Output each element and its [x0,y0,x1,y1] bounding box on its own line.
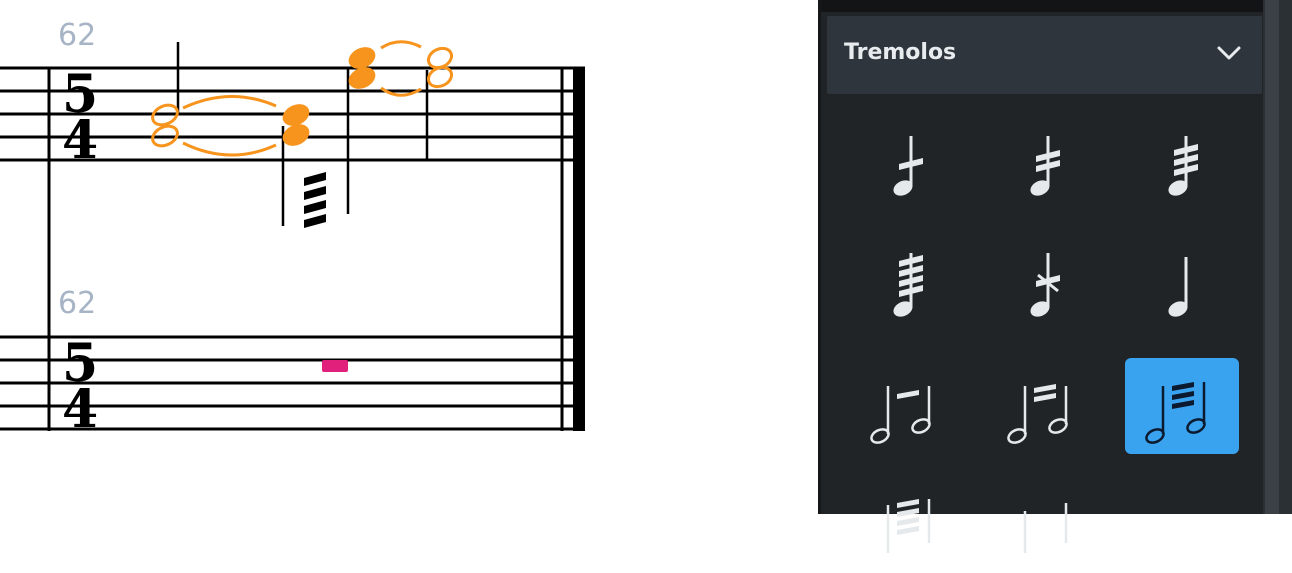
tremolo-4-strokes-icon [893,253,923,317]
section-title: Tremolos [844,40,957,65]
final-barline [560,67,585,431]
tremolo-1-stroke-button[interactable] [850,120,964,216]
buzz-roll-icon [1030,253,1060,317]
tremolo-2-strokes-button[interactable] [987,120,1101,216]
time-signature-denominator-lower: 4 [62,379,98,440]
score-view[interactable]: 62 62 5 4 5 4 [0,0,820,514]
buzz-roll-button[interactable] [987,239,1101,335]
tie-1[interactable] [182,95,277,157]
notations-panel: Tremolos [818,0,1266,553]
time-signature-denominator-upper: 4 [62,110,98,171]
remove-multi-note-tremolo-icon [1023,503,1068,553]
tremolo-strokes[interactable] [304,172,326,228]
whole-bar-rest[interactable] [322,360,348,372]
bar-number-lower: 62 [58,286,96,321]
tremolo-2-strokes-icon [1030,136,1060,196]
remove-tremolo-icon [1168,257,1188,317]
multi-note-tremolo-1-stroke-button[interactable] [850,358,964,454]
multi-note-tremolo-4-strokes-button[interactable] [850,477,964,573]
remove-multi-note-tremolo-button[interactable] [987,477,1101,573]
bar-number-upper: 62 [58,18,96,53]
tremolo-3-strokes-button[interactable] [1125,120,1239,216]
multi-note-tremolo-1-stroke-icon [870,386,931,444]
remove-tremolo-button[interactable] [1125,239,1239,335]
note-chord-4[interactable] [425,45,454,160]
multi-note-tremolo-2-strokes-button[interactable] [987,358,1101,454]
tremolo-3-strokes-icon [1168,136,1198,196]
right-scrollbar-thumb[interactable] [1265,0,1279,514]
multi-note-tremolo-4-strokes-icon [886,499,931,553]
chevron-down-icon[interactable] [1216,45,1242,61]
tremolo-1-stroke-icon [893,136,923,196]
note-chord-1[interactable] [149,42,180,150]
panel-top-bar [821,0,1263,12]
multi-note-tremolo-3-strokes-icon [1145,382,1206,444]
multi-note-tremolo-2-strokes-icon [1007,384,1068,444]
multi-note-tremolo-3-strokes-button[interactable] [1125,358,1239,454]
tremolos-section-header[interactable]: Tremolos [827,16,1262,94]
tremolo-4-strokes-button[interactable] [850,239,964,335]
